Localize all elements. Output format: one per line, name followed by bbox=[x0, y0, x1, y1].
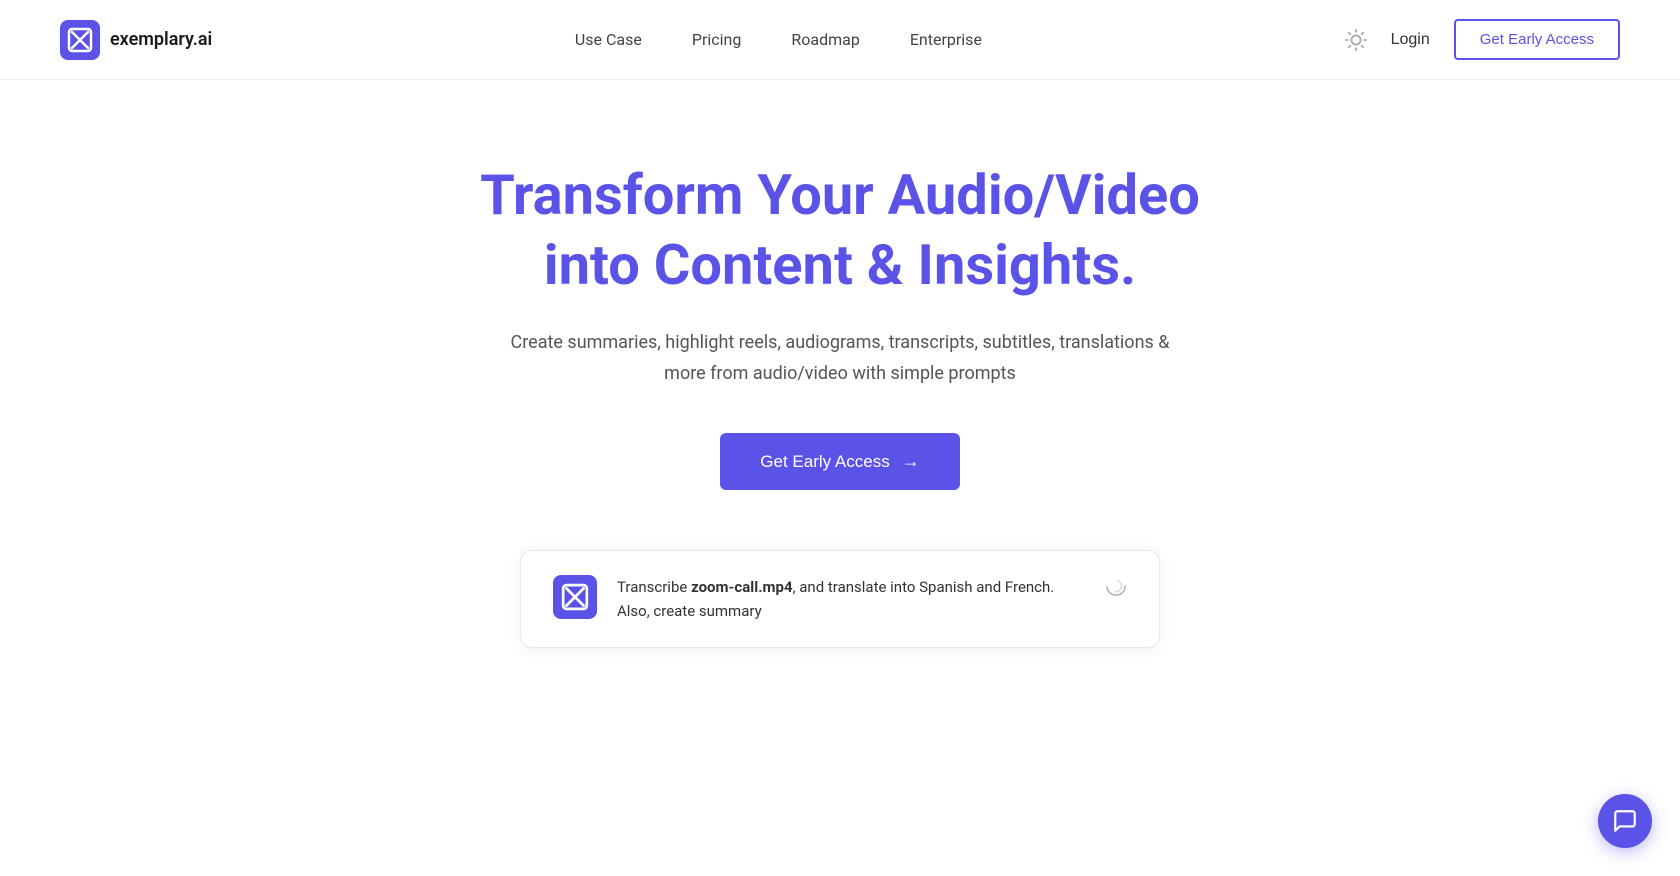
demo-filename: zoom-call.mp4 bbox=[691, 578, 793, 596]
hero-cta-label: Get Early Access bbox=[760, 452, 889, 472]
logo-link[interactable]: exemplary.ai bbox=[60, 20, 212, 60]
navbar: exemplary.ai Use Case Pricing Roadmap En… bbox=[0, 0, 1680, 80]
brand-name: exemplary.ai bbox=[110, 29, 212, 50]
hero-section: Transform Your Audio/Video into Content … bbox=[0, 80, 1680, 708]
demo-text-before: Transcribe bbox=[617, 578, 691, 596]
nav-early-access-button[interactable]: Get Early Access bbox=[1454, 19, 1620, 60]
theme-toggle-button[interactable] bbox=[1345, 29, 1367, 51]
hero-title: Transform Your Audio/Video into Content … bbox=[440, 160, 1240, 300]
nav-links: Use Case Pricing Roadmap Enterprise bbox=[575, 30, 982, 49]
nav-use-case[interactable]: Use Case bbox=[575, 30, 642, 49]
nav-roadmap[interactable]: Roadmap bbox=[791, 30, 859, 49]
arrow-icon: → bbox=[902, 451, 920, 472]
sun-icon bbox=[1345, 29, 1367, 51]
chat-icon bbox=[1612, 808, 1638, 834]
login-button[interactable]: Login bbox=[1391, 31, 1430, 49]
hero-cta-button[interactable]: Get Early Access → bbox=[720, 433, 959, 490]
demo-spinner bbox=[1105, 575, 1127, 602]
demo-card: Transcribe zoom-call.mp4, and translate … bbox=[520, 550, 1160, 648]
nav-pricing[interactable]: Pricing bbox=[692, 30, 742, 49]
demo-card-logo-icon bbox=[553, 575, 597, 619]
chat-bubble-button[interactable] bbox=[1598, 794, 1652, 848]
hero-subtitle: Create summaries, highlight reels, audio… bbox=[510, 328, 1170, 389]
logo-icon bbox=[60, 20, 100, 60]
nav-enterprise[interactable]: Enterprise bbox=[910, 30, 982, 49]
demo-card-text: Transcribe zoom-call.mp4, and translate … bbox=[617, 575, 1085, 623]
spinner-icon bbox=[1105, 575, 1127, 597]
nav-right: Login Get Early Access bbox=[1345, 19, 1620, 60]
